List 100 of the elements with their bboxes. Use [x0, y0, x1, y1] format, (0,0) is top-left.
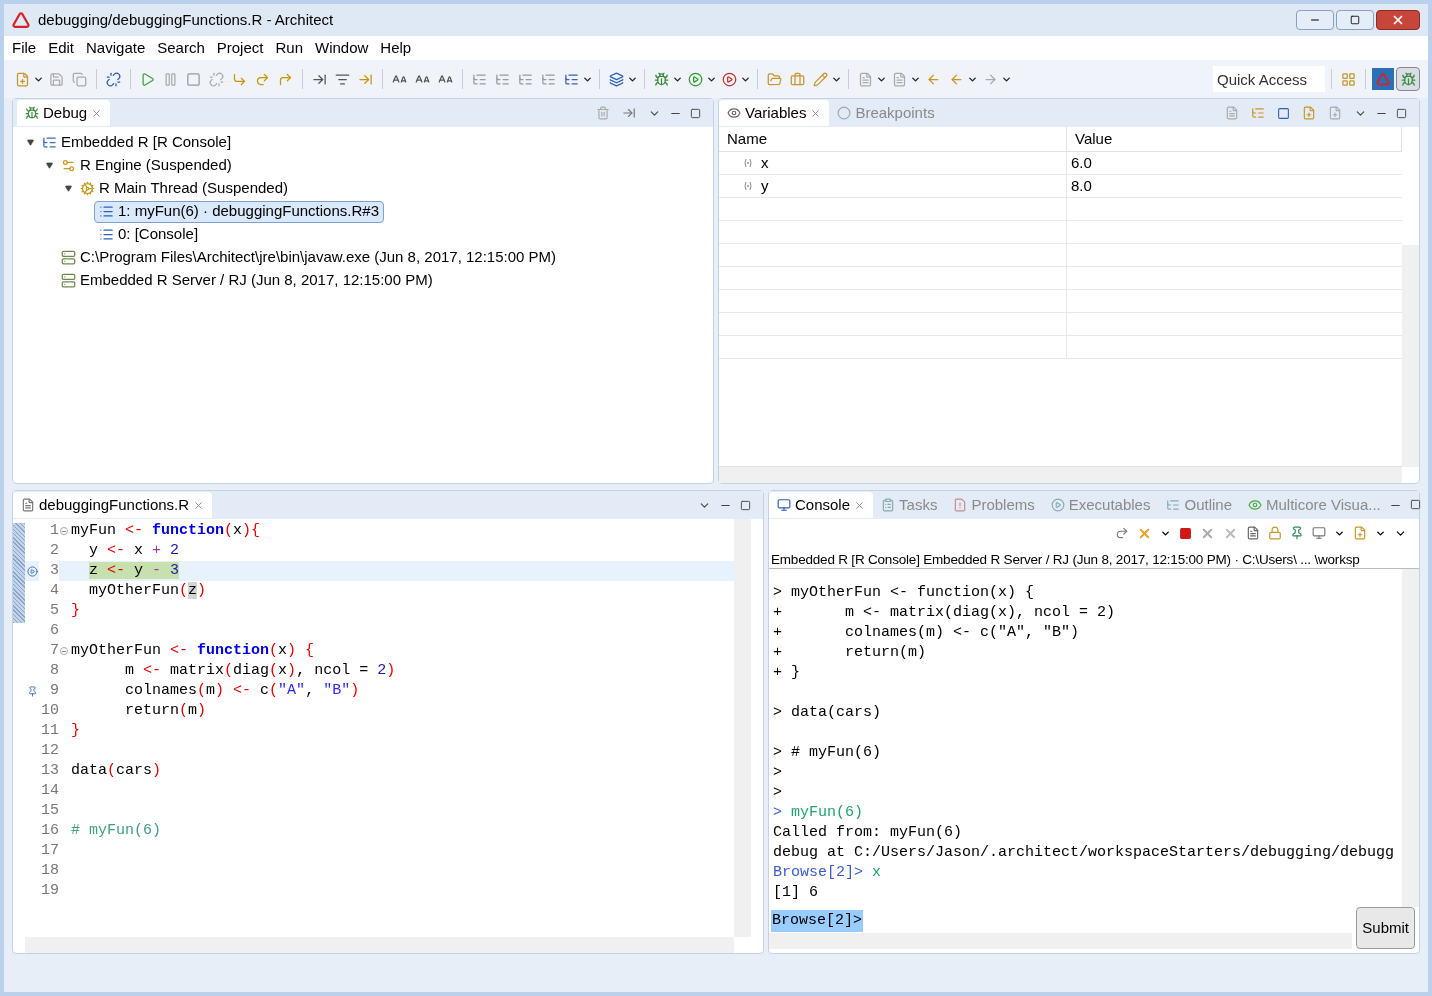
console-line: + m <- matrix(diag(x), ncol = 2) [773, 602, 1116, 623]
close-button[interactable] [1376, 10, 1420, 30]
minimize-button[interactable] [1296, 10, 1334, 30]
maximize-icon[interactable] [1396, 107, 1407, 119]
display-console-icon[interactable] [1312, 526, 1326, 540]
view-tab[interactable]: Variables [719, 100, 830, 126]
show-logical-structure-icon[interactable] [1251, 106, 1265, 120]
tree-item[interactable]: 0: [Console] [94, 223, 204, 246]
menu-item[interactable]: Navigate [86, 36, 146, 60]
code-line: y <- x + 2 [88, 540, 180, 561]
eye-icon [727, 106, 741, 120]
maximize-icon[interactable] [1409, 498, 1421, 510]
thread-icon [80, 181, 95, 196]
console-line: > [773, 762, 782, 783]
menu-item[interactable]: Edit [48, 36, 75, 60]
clear-console-icon[interactable] [1246, 526, 1260, 540]
show-type-names-icon[interactable] [1225, 106, 1239, 120]
pin-view-icon[interactable] [1328, 106, 1342, 120]
maximize-icon[interactable] [690, 107, 701, 119]
menu-item[interactable]: Help [380, 36, 412, 60]
console-input-prompt[interactable]: Browse[2]> [771, 909, 863, 933]
engine-icon [61, 158, 76, 173]
remove-terminated-icon[interactable] [596, 106, 610, 120]
tree-item[interactable]: 1: myFun(6) · debuggingFunctions.R#3 [94, 200, 384, 223]
vertical-scrollbar[interactable] [1402, 245, 1419, 467]
tree-item[interactable]: R Main Thread (Suspended) [75, 177, 293, 200]
view-tab[interactable]: Debug [17, 100, 111, 126]
code-line: # myFun(6) [70, 820, 161, 841]
horizontal-scrollbar[interactable] [769, 933, 1353, 949]
console-line: + } [773, 662, 800, 683]
code-line: return(m) [124, 700, 207, 721]
stack-frame-icon [99, 204, 114, 219]
play-icon [1050, 498, 1065, 512]
tree-item[interactable]: R Engine (Suspended) [56, 154, 237, 177]
horizontal-scrollbar[interactable] [25, 937, 734, 953]
menu-item[interactable]: Search [157, 36, 205, 60]
column-header[interactable]: Value [1067, 127, 1402, 151]
app-logo-icon [12, 11, 30, 29]
horizontal-scrollbar[interactable] [719, 467, 1402, 483]
process-icon [61, 273, 76, 288]
variable-name: x [761, 153, 769, 173]
new-view-icon[interactable] [1302, 106, 1316, 120]
instruction-pointer-icon [26, 565, 38, 577]
console-line: > myOtherFun <- function(x) { [773, 582, 1035, 603]
console-line: Browse[2]> x [773, 862, 882, 883]
maximize-icon[interactable] [740, 499, 751, 511]
stack-frame-icon [99, 227, 114, 242]
console-line: > data(cars) [773, 702, 882, 723]
menu-item[interactable]: File [12, 36, 37, 60]
close-icon[interactable] [193, 499, 205, 511]
menu-item[interactable]: Run [275, 36, 303, 60]
submit-button[interactable]: Submit [1356, 907, 1415, 949]
circle-icon [837, 106, 852, 120]
view-tab[interactable]: Console [769, 492, 874, 518]
vertical-scrollbar[interactable] [734, 519, 751, 937]
expanded-arrow-icon[interactable] [45, 162, 53, 169]
launch-icon [42, 135, 57, 150]
expanded-arrow-icon[interactable] [26, 139, 34, 146]
collapse-all-icon[interactable] [1277, 106, 1290, 120]
console-line: > [773, 782, 782, 803]
step-filter-icon[interactable] [622, 106, 636, 120]
view-tab[interactable]: debuggingFunctions.R [13, 492, 213, 518]
maximize-button[interactable] [1336, 10, 1374, 30]
tree-item[interactable]: Embedded R [R Console] [37, 131, 237, 154]
reconnect-icon[interactable] [1115, 526, 1129, 540]
code-line: data(cars) [70, 760, 162, 781]
console-line: Called from: myFun(6) [773, 822, 963, 843]
menu-item[interactable]: Window [315, 36, 369, 60]
breakpoint-icon[interactable] [26, 685, 38, 697]
code-line: m <- matrix(diag(x), ncol = 2) [124, 660, 396, 681]
window-title: debugging/debuggingFunctions.R - Architect [38, 9, 334, 30]
quick-access-field[interactable]: Quick Access [1213, 66, 1325, 92]
bug-icon [25, 106, 39, 120]
maximize-icon [1350, 15, 1360, 25]
monitor-icon [777, 498, 791, 512]
close-icon[interactable] [91, 107, 103, 119]
tree-list-icon [1166, 498, 1181, 512]
triangle-icon [1376, 72, 1390, 86]
code-line: myOtherFun(z) [88, 580, 207, 601]
stop-icon[interactable] [1179, 526, 1192, 540]
tree-item[interactable]: Embedded R Server / RJ (Jun 8, 2017, 12:15:00 PM) [56, 269, 438, 292]
pin-console-icon[interactable] [1290, 526, 1304, 540]
vertical-scrollbar[interactable] [1402, 569, 1419, 907]
console-line: > myFun(6) [773, 802, 864, 823]
code-line: colnames(m) <- c("A", "B") [124, 680, 360, 701]
column-header[interactable]: Name [719, 127, 1067, 151]
close-icon[interactable] [854, 499, 866, 511]
console-line: debug at C:/Users/Jason/.architect/workspaceStarters/debugging/debugg [773, 842, 1395, 863]
process-icon [61, 250, 76, 265]
console-line: [1] 6 [773, 882, 818, 903]
warning-file-icon [953, 498, 968, 512]
menu-item[interactable]: Project [216, 36, 264, 60]
scroll-lock-icon[interactable] [1268, 526, 1282, 540]
console-line: + return(m) [773, 642, 927, 663]
close-icon[interactable] [810, 107, 822, 119]
tree-item[interactable]: C:\Program Files\Architect\jre\bin\javaw.exe (Jun 8, 2017, 12:15:00 PM) [56, 246, 562, 269]
code-line: myFun <- function(x){ [70, 520, 261, 541]
open-console-icon[interactable] [1353, 526, 1367, 540]
debug-perspective-icon[interactable] [1396, 67, 1420, 91]
expanded-arrow-icon[interactable] [64, 185, 72, 192]
